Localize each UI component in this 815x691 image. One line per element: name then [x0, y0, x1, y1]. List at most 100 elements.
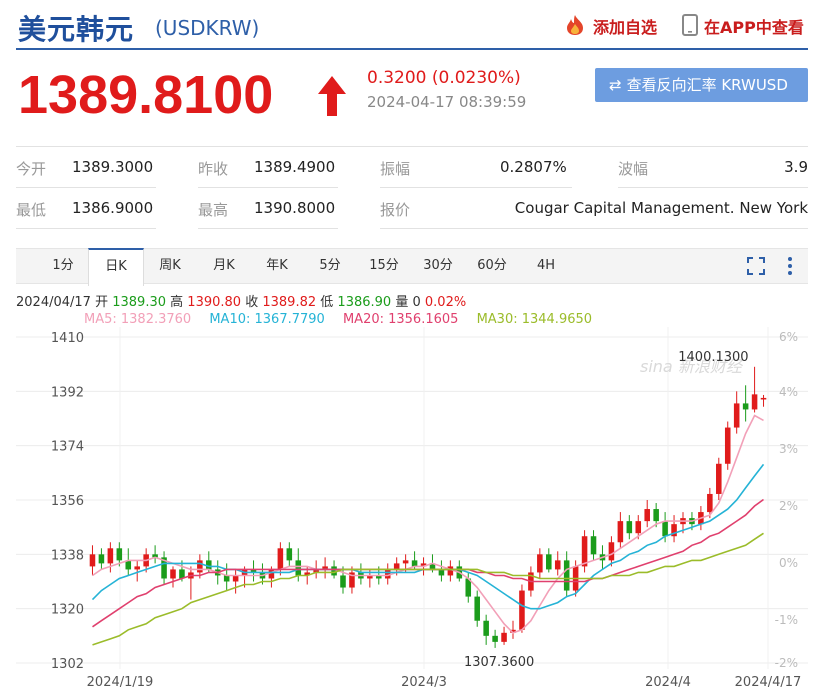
candle-body: [644, 509, 650, 522]
stats-divider: [198, 228, 338, 229]
x-tick-label: 2024/1/19: [87, 675, 154, 690]
wave-value: 3.9: [784, 158, 808, 176]
tab-weekly-k[interactable]: 周K: [144, 249, 196, 283]
stats-divider: [380, 228, 808, 229]
candle-body: [492, 635, 498, 642]
x-tick-label: 2024/4/17: [735, 675, 802, 690]
pct-tick-label: 4%: [779, 385, 798, 399]
open-in-app-button[interactable]: 在APP中查看: [682, 14, 804, 40]
candle-body: [116, 548, 123, 561]
quote-timestamp: 2024-04-17 08:39:59: [367, 93, 527, 111]
ohlc-close-label: 收: [245, 295, 259, 310]
candle-body: [537, 554, 543, 573]
tab-monthly-k[interactable]: 月K: [198, 249, 250, 283]
candle-body: [608, 542, 615, 561]
candle-body: [751, 394, 758, 410]
y-tick-label: 1338: [51, 548, 84, 563]
stats-divider: [16, 228, 156, 229]
tab-60min[interactable]: 60分: [466, 249, 518, 283]
candle-body: [393, 563, 400, 570]
candle-body: [295, 560, 302, 576]
tab-yearly-k[interactable]: 年K: [252, 249, 302, 283]
ohlc-open: 1389.30: [112, 295, 166, 310]
ohlc-pct: 0.02%: [424, 295, 467, 310]
max-annotation: 1400.1300: [678, 350, 748, 365]
tab-1min[interactable]: 1分: [38, 249, 88, 283]
tab-4h[interactable]: 4H: [524, 249, 568, 283]
quoter-value: Cougar Capital Management. New York: [514, 199, 808, 217]
candle-body: [447, 566, 454, 576]
candle-body: [617, 521, 624, 543]
reverse-rate-button[interactable]: ⇄ 查看反向汇率 KRWUSD: [595, 68, 808, 102]
candle-body: [760, 397, 767, 400]
header-divider: [16, 48, 808, 50]
pct-tick-label: -2%: [775, 656, 798, 670]
reverse-rate-label: 查看反向汇率 KRWUSD: [626, 76, 788, 94]
fullscreen-icon[interactable]: [746, 256, 766, 280]
stats-divider: [618, 187, 808, 188]
tab-daily-k[interactable]: 日K: [88, 248, 144, 286]
up-arrow-icon: [314, 74, 350, 122]
ohlc-date: 2024/04/17: [16, 295, 91, 310]
candle-body: [519, 590, 525, 630]
candle-body: [286, 548, 293, 561]
ma-line-ma30: [92, 532, 764, 646]
min-annotation: 1307.3600: [464, 655, 534, 670]
candle-body: [662, 521, 668, 537]
candle-body: [546, 554, 552, 570]
phone-icon: [682, 14, 698, 40]
ohlc-volume: 0: [412, 295, 421, 310]
candle-body: [402, 560, 409, 564]
candle-body: [411, 560, 418, 567]
quoter-label: 报价: [380, 201, 411, 219]
pct-tick-label: 6%: [779, 330, 798, 344]
candle-body: [268, 569, 275, 579]
tab-5min[interactable]: 5分: [306, 249, 354, 283]
candle-body: [635, 521, 642, 534]
prev-close-label: 昨收: [198, 160, 229, 178]
add-favorite-button[interactable]: 添加自选: [563, 14, 657, 40]
ma-line-ma10: [91, 463, 765, 610]
candle-body: [206, 560, 212, 570]
pct-tick-label: 3%: [779, 442, 798, 456]
candle-body: [626, 521, 633, 534]
price-change: 0.3200 (0.0230%): [367, 68, 521, 88]
candle-body: [707, 493, 713, 513]
amplitude-value: 0.2807%: [500, 158, 567, 176]
tab-30min[interactable]: 30分: [412, 249, 464, 283]
x-tick-label: 2024/3: [401, 675, 447, 690]
candle-body: [223, 575, 230, 582]
y-tick-label: 1374: [51, 440, 84, 455]
candle-body: [653, 509, 659, 522]
ohlc-high: 1390.80: [187, 295, 242, 310]
candle-body: [581, 536, 588, 567]
candle-body: [197, 560, 203, 573]
swap-icon: ⇄: [609, 76, 622, 94]
flame-icon: [563, 14, 587, 40]
period-tabs: 1分 日K 周K 月K 年K 5分 15分 30分 60分 4H: [16, 248, 808, 286]
candle-body: [107, 548, 114, 564]
stats-divider: [198, 187, 338, 188]
symbol-code: (USDKRW): [155, 16, 260, 40]
pct-tick-label: 2%: [779, 499, 798, 513]
candlestick-chart[interactable]: 1410 1392 1374 1356 1338 1320 1302 6% 4% 3% 2% 0% -1…: [0, 324, 815, 691]
candle-body: [340, 575, 346, 588]
candle-body: [483, 620, 489, 636]
ohlc-volume-label: 量: [395, 295, 409, 310]
candle-body: [232, 575, 239, 582]
y-tick-label: 1320: [51, 603, 84, 618]
candle-body: [733, 403, 740, 428]
candle-body: [590, 536, 597, 555]
current-price: 1389.8100: [18, 65, 274, 125]
candle-body: [384, 569, 391, 579]
high-value: 1390.8000: [254, 199, 336, 217]
stats-divider: [16, 187, 156, 188]
candle-body: [554, 560, 561, 570]
tab-15min[interactable]: 15分: [358, 249, 410, 283]
more-menu-icon[interactable]: [786, 255, 794, 281]
ohlc-low: 1386.90: [337, 295, 392, 310]
y-tick-label: 1392: [51, 385, 84, 400]
pct-tick-label: 0%: [779, 556, 798, 570]
y-tick-label: 1410: [51, 331, 84, 346]
candle-body: [438, 569, 445, 576]
